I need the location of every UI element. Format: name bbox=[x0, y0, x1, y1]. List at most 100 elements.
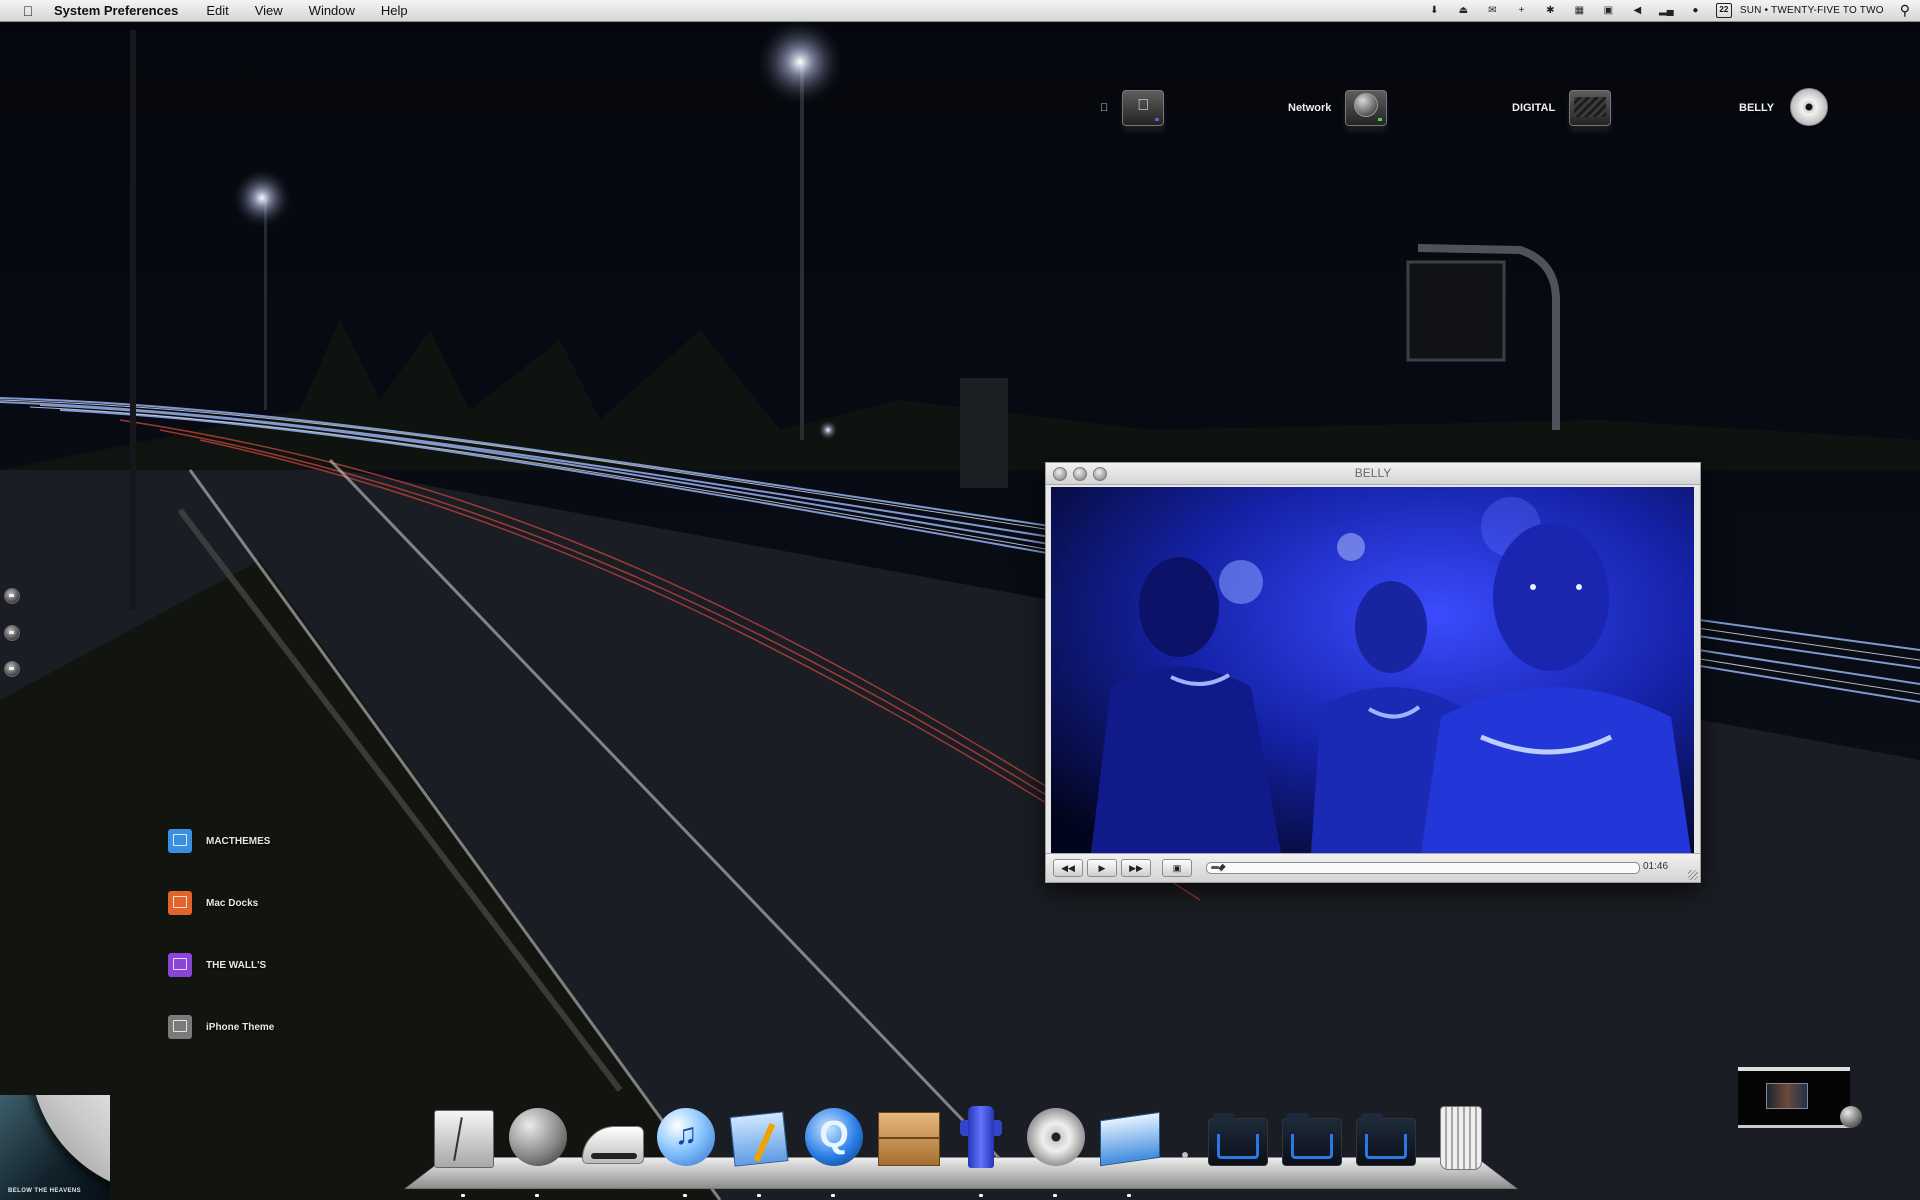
side-widget-knob-1[interactable] bbox=[4, 588, 20, 604]
dvd-disc-icon[interactable] bbox=[1788, 86, 1829, 130]
dock-folder-2[interactable] bbox=[1278, 1102, 1344, 1174]
shortcut-mac-docks[interactable]: Mac Docks bbox=[168, 891, 258, 915]
resize-grip-icon[interactable] bbox=[1688, 870, 1698, 880]
iphone-theme-app-icon[interactable] bbox=[168, 1015, 192, 1039]
apple-menu-icon[interactable]:  bbox=[20, 3, 36, 19]
shortcut-label: MACTHEMES bbox=[206, 835, 271, 847]
player-title-bar[interactable]: BELLY bbox=[1046, 463, 1700, 485]
dock-quicktime[interactable] bbox=[800, 1102, 866, 1197]
mac-docks-app-icon[interactable] bbox=[168, 891, 192, 915]
mail-icon[interactable]: ✉ bbox=[1484, 4, 1501, 17]
preview-widget-knob-icon[interactable] bbox=[1840, 1106, 1862, 1128]
fullscreen-button[interactable]: ▣ bbox=[1162, 859, 1192, 877]
drive-network[interactable]: Network bbox=[1288, 86, 1388, 130]
spotlight-search-icon[interactable]: ⚲ bbox=[1900, 2, 1910, 19]
menu-clock[interactable]: SUN • TWENTY-FIVE TO TWO bbox=[1740, 5, 1884, 16]
rewind-button[interactable]: ◀◀ bbox=[1053, 859, 1083, 877]
menu-view[interactable]: View bbox=[255, 3, 283, 18]
shortcut-label: THE WALL'S bbox=[206, 959, 267, 971]
display-icon[interactable]: ▣ bbox=[1600, 4, 1617, 17]
download-arrow-icon[interactable]: ⬇ bbox=[1426, 4, 1443, 17]
dock-separator bbox=[1182, 1152, 1188, 1158]
plus-icon[interactable]: + bbox=[1513, 4, 1530, 17]
macthemes-app-icon[interactable] bbox=[168, 829, 192, 853]
moon-sphere-icon bbox=[509, 1108, 567, 1166]
dock-trash[interactable] bbox=[1426, 1102, 1492, 1174]
drive-label-network: Network bbox=[1288, 102, 1332, 114]
folder-icon bbox=[1208, 1113, 1268, 1166]
calendar-icon[interactable]: 22 bbox=[1715, 3, 1732, 18]
dock-folder-1[interactable] bbox=[1204, 1102, 1270, 1174]
album-art-widget[interactable]: BELOW THE HEAVENS bbox=[0, 1095, 110, 1200]
dock-dvd-player[interactable] bbox=[1022, 1102, 1088, 1197]
drive-label-apple:  bbox=[1100, 102, 1108, 114]
running-indicator bbox=[683, 1194, 687, 1197]
album-art-text: BELOW THE HEAVENS bbox=[8, 1188, 82, 1194]
running-indicator bbox=[831, 1194, 835, 1197]
side-widget-knob-2[interactable] bbox=[4, 625, 20, 641]
package-box-icon bbox=[878, 1112, 940, 1166]
folder-icon bbox=[1282, 1113, 1342, 1166]
menu-extras: ⬇ ⏏ ✉ + ✱ ▦ ▣ ◀ ▂▄ ● 22 SUN • TWENTY-FIV… bbox=[1414, 2, 1910, 19]
drive-digital[interactable]: DIGITAL bbox=[1512, 86, 1612, 130]
drive-macintosh-hd[interactable]:   bbox=[1100, 86, 1165, 130]
media-player-window[interactable]: BELLY ◀◀ ▶ ▶▶ ▣ 01:46 bbox=[1045, 462, 1701, 883]
blueprint-pencil-icon bbox=[729, 1111, 789, 1167]
running-indicator bbox=[1127, 1194, 1131, 1197]
volume-icon[interactable]: ◀ bbox=[1629, 4, 1646, 17]
running-indicator bbox=[461, 1194, 465, 1197]
finder-icon bbox=[434, 1110, 494, 1168]
wallpaper-thumbnail bbox=[1766, 1083, 1808, 1109]
network-globe-icon[interactable] bbox=[1345, 86, 1388, 130]
dock-folder-3[interactable] bbox=[1352, 1102, 1418, 1174]
page-curl-icon[interactable] bbox=[30, 1095, 110, 1195]
dock-blueprint-editor[interactable] bbox=[726, 1102, 792, 1197]
dock-package-box[interactable] bbox=[874, 1102, 940, 1174]
drive-belly[interactable]: BELLY bbox=[1739, 86, 1829, 130]
folder-icon bbox=[1356, 1113, 1416, 1166]
dock-blue-robot[interactable] bbox=[948, 1102, 1014, 1197]
running-indicator bbox=[535, 1194, 539, 1197]
running-indicator bbox=[757, 1194, 761, 1197]
play-button[interactable]: ▶ bbox=[1087, 859, 1117, 877]
menu-app-name[interactable]: System Preferences bbox=[54, 3, 178, 18]
menu-window[interactable]: Window bbox=[309, 3, 355, 18]
shortcut-label: iPhone Theme bbox=[206, 1021, 275, 1033]
menu-help[interactable]: Help bbox=[381, 3, 408, 18]
eject-icon[interactable]: ⏏ bbox=[1455, 4, 1472, 17]
running-indicator bbox=[979, 1194, 983, 1197]
dock-display-app[interactable] bbox=[1096, 1102, 1162, 1197]
shortcut-label: Mac Docks bbox=[206, 897, 259, 909]
shortcut-the-walls[interactable]: THE WALL'S bbox=[168, 953, 266, 977]
user-icon[interactable]: ● bbox=[1687, 4, 1704, 17]
signal-bars-icon[interactable]: ▂▄ bbox=[1658, 4, 1675, 17]
video-frame[interactable] bbox=[1051, 487, 1694, 853]
blue-robot-icon bbox=[960, 1106, 1002, 1168]
desktop-preview-widget[interactable] bbox=[1738, 1067, 1850, 1128]
itunes-icon bbox=[657, 1108, 715, 1166]
dvd-player-icon bbox=[1027, 1108, 1085, 1166]
shortcut-macthemes[interactable]: MACTHEMES bbox=[168, 829, 270, 853]
dock-moon-sphere[interactable] bbox=[504, 1102, 570, 1197]
playback-scrubber[interactable] bbox=[1206, 862, 1640, 874]
keyboard-icon[interactable]: ▦ bbox=[1571, 4, 1588, 17]
quicktime-icon bbox=[805, 1108, 863, 1166]
apple-hard-drive-icon[interactable]:  bbox=[1122, 86, 1165, 130]
trash-icon bbox=[1440, 1106, 1482, 1170]
side-widget-knob-3[interactable] bbox=[4, 661, 20, 677]
shortcut-iphone-theme[interactable]: iPhone Theme bbox=[168, 1015, 274, 1039]
external-drive-icon[interactable] bbox=[1569, 86, 1612, 130]
the-walls-app-icon[interactable] bbox=[168, 953, 192, 977]
display-app-icon bbox=[1100, 1111, 1160, 1167]
fast-forward-button[interactable]: ▶▶ bbox=[1121, 859, 1151, 877]
dock-itunes[interactable] bbox=[652, 1102, 718, 1197]
bluetooth-icon[interactable]: ✱ bbox=[1542, 4, 1559, 17]
player-controls: ◀◀ ▶ ▶▶ ▣ 01:46 bbox=[1046, 853, 1700, 882]
playback-time: 01:46 bbox=[1643, 861, 1669, 872]
running-indicator bbox=[1053, 1194, 1057, 1197]
dock-sneaker[interactable] bbox=[578, 1102, 644, 1174]
scrubber-playhead[interactable] bbox=[1218, 863, 1227, 872]
sneaker-icon bbox=[582, 1126, 644, 1164]
menu-edit[interactable]: Edit bbox=[206, 3, 228, 18]
dock-finder[interactable] bbox=[430, 1102, 496, 1197]
